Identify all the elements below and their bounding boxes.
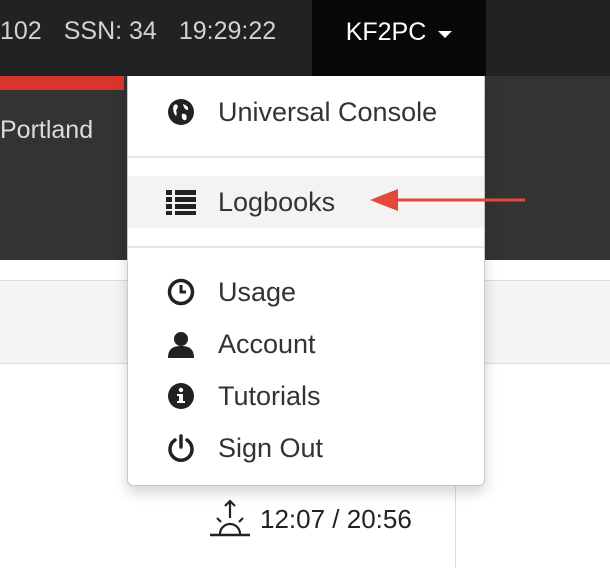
menu-item-usage[interactable]: Usage: [128, 266, 484, 318]
info-icon: [166, 381, 196, 411]
caret-down-icon: [438, 31, 453, 38]
menu-item-label: Account: [218, 328, 316, 359]
menu-item-label: Tutorials: [218, 380, 321, 411]
clock-icon: [166, 277, 196, 307]
user-dropdown-menu: Universal Console Logbooks Usage Account…: [127, 76, 485, 486]
sun-times: 12:07 / 20:56: [208, 498, 412, 540]
globe-icon: [166, 97, 196, 127]
status-readout: 102 SSN: 34 19:29:22: [0, 0, 298, 62]
menu-divider: [128, 156, 484, 158]
menu-item-label: Usage: [218, 276, 297, 307]
menu-item-sign-out[interactable]: Sign Out: [128, 422, 484, 474]
menu-item-tutorials[interactable]: Tutorials: [128, 370, 484, 422]
menu-item-label: Sign Out: [218, 432, 324, 463]
stat-number: 102: [0, 16, 42, 45]
menu-item-universal-console[interactable]: Universal Console: [128, 86, 484, 138]
user-menu-toggle[interactable]: KF2PC: [312, 0, 486, 76]
list-icon: [166, 187, 196, 217]
stat-clock: 19:29:22: [178, 16, 277, 45]
menu-item-label: Universal Console: [218, 96, 438, 127]
annotation-arrow-icon: [370, 189, 525, 211]
stat-ssn: SSN: 34: [63, 16, 157, 45]
active-tab-indicator: [0, 76, 124, 90]
sunrise-icon: [210, 499, 250, 537]
menu-item-label: Logbooks: [218, 186, 336, 217]
top-navbar: 102 SSN: 34 19:29:22 KF2PC: [0, 0, 610, 76]
menu-divider: [128, 246, 484, 248]
location-label: Portland: [0, 116, 94, 144]
user-callsign: KF2PC: [345, 18, 427, 46]
user-icon: [166, 329, 196, 359]
power-icon: [166, 433, 196, 463]
sun-times-text: 12:07 / 20:56: [260, 503, 412, 534]
menu-item-account[interactable]: Account: [128, 318, 484, 370]
